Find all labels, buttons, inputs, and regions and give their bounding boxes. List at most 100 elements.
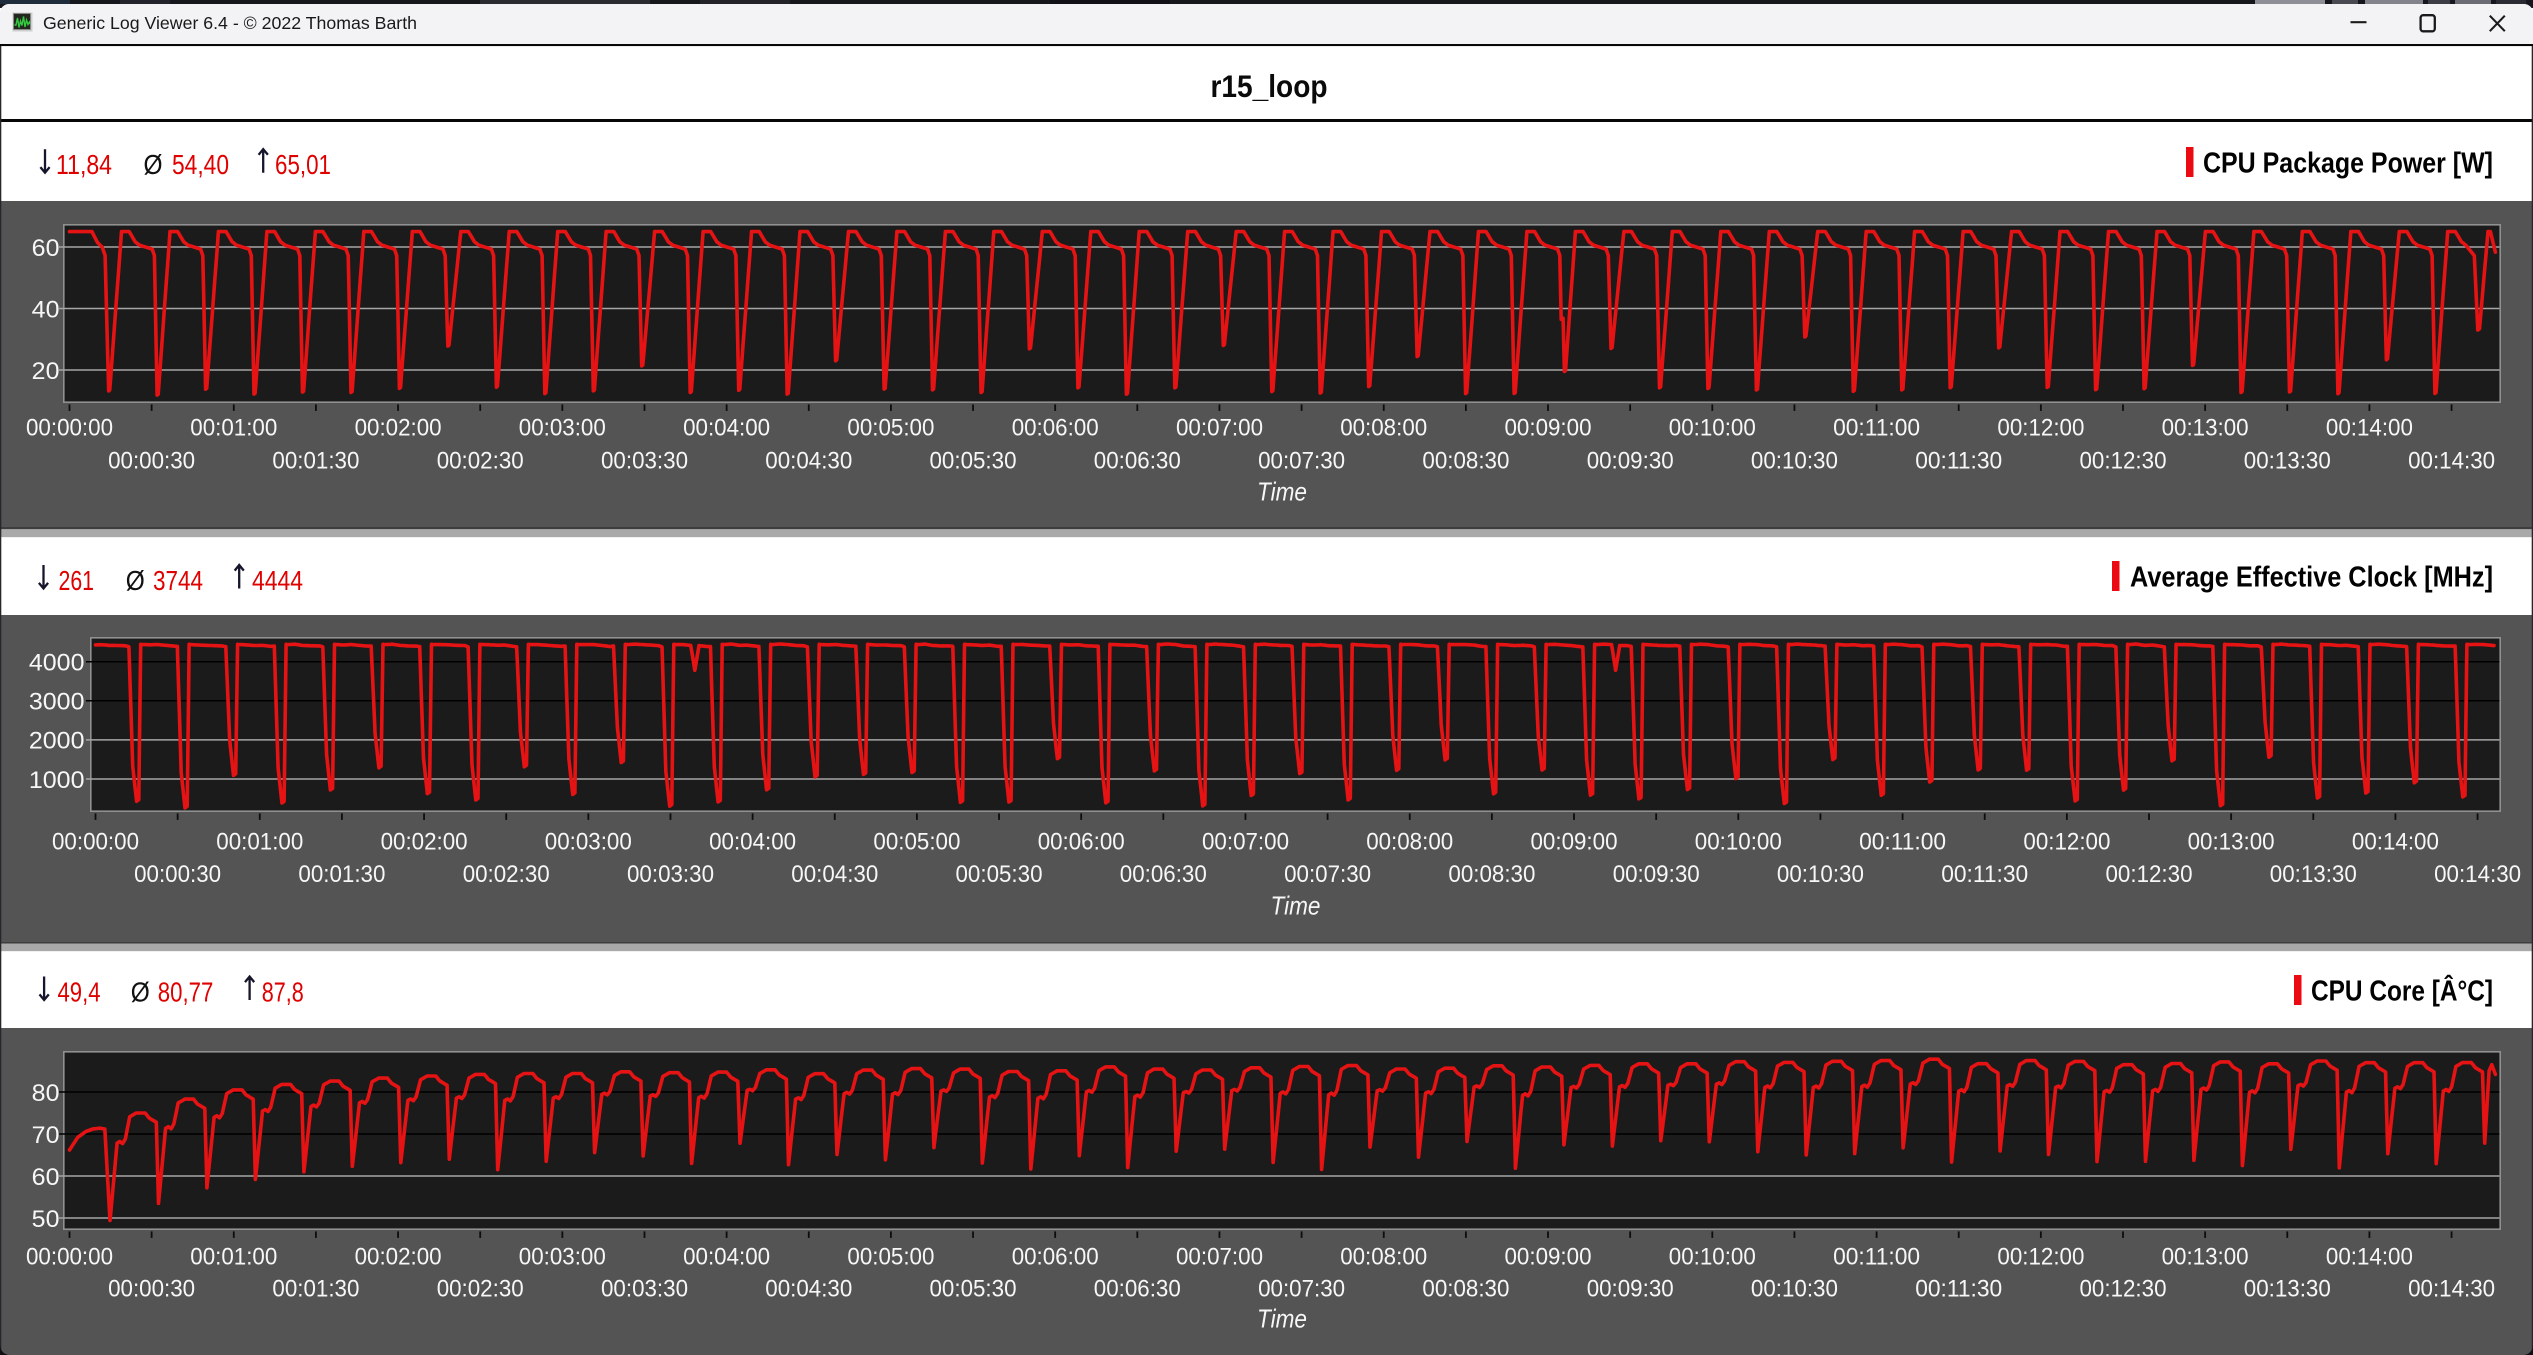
- svg-text:Time: Time: [1257, 477, 1307, 507]
- svg-text:00:01:30: 00:01:30: [272, 1276, 359, 1303]
- svg-text:00:01:00: 00:01:00: [190, 415, 277, 442]
- svg-text:00:10:00: 00:10:00: [1669, 415, 1756, 442]
- svg-text:00:03:00: 00:03:00: [519, 1244, 606, 1271]
- svg-text:00:03:00: 00:03:00: [545, 828, 632, 855]
- svg-text:00:13:30: 00:13:30: [2244, 447, 2331, 474]
- svg-text:CPU Core [Â°C]: CPU Core [Â°C]: [2311, 974, 2493, 1008]
- svg-text:00:07:00: 00:07:00: [1202, 828, 1289, 855]
- svg-text:00:13:00: 00:13:00: [2188, 828, 2275, 855]
- svg-text:60: 60: [32, 235, 60, 262]
- svg-text:00:07:00: 00:07:00: [1176, 415, 1263, 442]
- svg-text:00:05:00: 00:05:00: [847, 1244, 934, 1271]
- svg-text:00:07:30: 00:07:30: [1258, 1276, 1345, 1303]
- svg-text:80,77: 80,77: [158, 977, 214, 1008]
- svg-text:00:04:30: 00:04:30: [791, 861, 878, 888]
- svg-text:00:08:30: 00:08:30: [1448, 861, 1535, 888]
- svg-text:54,40: 54,40: [172, 149, 229, 180]
- svg-text:00:07:30: 00:07:30: [1284, 861, 1371, 888]
- svg-text:00:02:00: 00:02:00: [381, 828, 468, 855]
- svg-text:87,8: 87,8: [262, 977, 304, 1008]
- svg-text:00:11:00: 00:11:00: [1859, 828, 1946, 855]
- svg-text:00:06:00: 00:06:00: [1012, 1244, 1099, 1271]
- svg-text:00:02:00: 00:02:00: [355, 415, 442, 442]
- svg-text:00:10:00: 00:10:00: [1695, 828, 1782, 855]
- svg-text:70: 70: [32, 1122, 60, 1149]
- svg-text:00:09:30: 00:09:30: [1587, 447, 1674, 474]
- svg-text:49,4: 49,4: [58, 977, 101, 1008]
- svg-text:00:13:30: 00:13:30: [2270, 861, 2357, 888]
- svg-text:Time: Time: [1271, 890, 1321, 920]
- svg-text:50: 50: [32, 1206, 60, 1233]
- svg-text:00:08:00: 00:08:00: [1366, 828, 1453, 855]
- svg-text:CPU Package Power [W]: CPU Package Power [W]: [2203, 148, 2493, 180]
- svg-text:65,01: 65,01: [275, 149, 331, 180]
- svg-text:00:01:00: 00:01:00: [190, 1244, 277, 1271]
- svg-text:00:09:00: 00:09:00: [1531, 828, 1618, 855]
- svg-text:00:13:00: 00:13:00: [2162, 415, 2249, 442]
- svg-text:3000: 3000: [29, 689, 85, 716]
- svg-text:00:12:30: 00:12:30: [2080, 1276, 2167, 1303]
- svg-text:00:03:30: 00:03:30: [627, 861, 714, 888]
- svg-text:00:09:30: 00:09:30: [1587, 1276, 1674, 1303]
- svg-text:00:09:00: 00:09:00: [1505, 1244, 1592, 1271]
- svg-text:Ø: Ø: [126, 565, 145, 596]
- svg-text:00:08:00: 00:08:00: [1340, 1244, 1427, 1271]
- svg-text:00:05:30: 00:05:30: [956, 861, 1043, 888]
- svg-text:00:00:30: 00:00:30: [108, 447, 195, 474]
- svg-text:261: 261: [59, 565, 95, 596]
- svg-text:00:09:30: 00:09:30: [1613, 861, 1700, 888]
- svg-text:00:11:00: 00:11:00: [1833, 1244, 1920, 1271]
- svg-text:00:06:30: 00:06:30: [1094, 447, 1181, 474]
- svg-text:00:08:30: 00:08:30: [1422, 447, 1509, 474]
- svg-text:80: 80: [32, 1080, 60, 1107]
- svg-text:00:02:30: 00:02:30: [463, 861, 550, 888]
- svg-text:00:12:00: 00:12:00: [2023, 828, 2110, 855]
- svg-text:00:04:00: 00:04:00: [683, 1244, 770, 1271]
- svg-text:00:14:30: 00:14:30: [2434, 861, 2521, 888]
- svg-text:00:14:30: 00:14:30: [2408, 447, 2495, 474]
- svg-text:00:07:00: 00:07:00: [1176, 1244, 1263, 1271]
- svg-text:1000: 1000: [29, 767, 85, 794]
- svg-text:00:06:00: 00:06:00: [1038, 828, 1125, 855]
- svg-text:00:05:30: 00:05:30: [930, 1276, 1017, 1303]
- svg-text:Average Effective Clock [MHz]: Average Effective Clock [MHz]: [2130, 562, 2493, 594]
- svg-text:4444: 4444: [252, 565, 303, 596]
- svg-text:00:00:00: 00:00:00: [26, 415, 113, 442]
- svg-text:00:01:00: 00:01:00: [216, 828, 303, 855]
- svg-text:Generic Log Viewer 6.4 - © 202: Generic Log Viewer 6.4 - © 2022 Thomas B…: [43, 13, 417, 33]
- svg-text:00:07:30: 00:07:30: [1258, 447, 1345, 474]
- svg-text:00:03:00: 00:03:00: [519, 415, 606, 442]
- svg-text:00:06:00: 00:06:00: [1012, 415, 1099, 442]
- svg-text:00:05:00: 00:05:00: [873, 828, 960, 855]
- svg-text:60: 60: [32, 1164, 60, 1191]
- svg-text:00:05:30: 00:05:30: [930, 447, 1017, 474]
- svg-text:00:05:00: 00:05:00: [847, 415, 934, 442]
- svg-text:00:12:30: 00:12:30: [2080, 447, 2167, 474]
- svg-text:00:00:00: 00:00:00: [52, 828, 139, 855]
- svg-text:00:02:30: 00:02:30: [437, 1276, 524, 1303]
- svg-text:00:06:30: 00:06:30: [1120, 861, 1207, 888]
- svg-text:00:03:30: 00:03:30: [601, 447, 688, 474]
- svg-text:00:00:30: 00:00:30: [108, 1276, 195, 1303]
- svg-text:00:04:30: 00:04:30: [765, 1276, 852, 1303]
- svg-text:00:14:00: 00:14:00: [2352, 828, 2439, 855]
- svg-text:00:12:00: 00:12:00: [1997, 1244, 2084, 1271]
- svg-text:00:13:30: 00:13:30: [2244, 1276, 2331, 1303]
- svg-text:00:08:30: 00:08:30: [1422, 1276, 1509, 1303]
- svg-text:20: 20: [32, 358, 60, 385]
- svg-text:00:11:00: 00:11:00: [1833, 415, 1920, 442]
- svg-text:00:03:30: 00:03:30: [601, 1276, 688, 1303]
- svg-text:00:11:30: 00:11:30: [1915, 1276, 2002, 1303]
- svg-text:00:12:00: 00:12:00: [1997, 415, 2084, 442]
- svg-text:r15_loop: r15_loop: [1211, 68, 1328, 104]
- svg-text:00:08:00: 00:08:00: [1340, 415, 1427, 442]
- svg-text:00:09:00: 00:09:00: [1505, 415, 1592, 442]
- svg-text:00:11:30: 00:11:30: [1915, 447, 2002, 474]
- svg-text:Time: Time: [1257, 1304, 1307, 1334]
- svg-text:3744: 3744: [153, 565, 203, 596]
- svg-text:00:10:30: 00:10:30: [1751, 1276, 1838, 1303]
- svg-text:4000: 4000: [29, 650, 85, 677]
- svg-text:40: 40: [32, 296, 60, 323]
- svg-text:2000: 2000: [29, 728, 85, 755]
- svg-text:00:01:30: 00:01:30: [272, 447, 359, 474]
